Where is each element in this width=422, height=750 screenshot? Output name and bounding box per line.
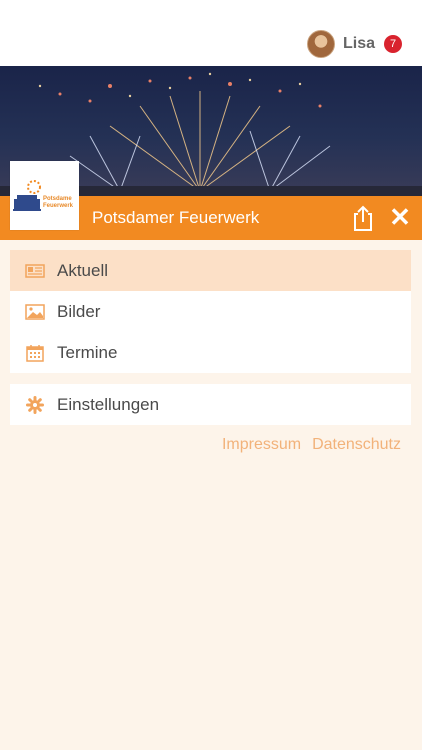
datenschutz-link[interactable]: Datenschutz bbox=[312, 436, 401, 454]
top-bar: Lisa 7 bbox=[0, 0, 422, 67]
menu-item-einstellungen[interactable]: Einstellungen bbox=[10, 384, 411, 425]
calendar-icon bbox=[23, 343, 47, 363]
menu-item-bilder[interactable]: Bilder bbox=[10, 291, 411, 332]
menu-item-termine[interactable]: Termine bbox=[10, 332, 411, 373]
footer-links: Impressum Datenschutz bbox=[222, 436, 401, 454]
share-icon bbox=[354, 205, 372, 231]
logo-text: Potsdame Feuerwerk bbox=[43, 196, 73, 210]
menu-item-label: Einstellungen bbox=[57, 394, 160, 414]
close-button[interactable]: ✕ bbox=[386, 202, 414, 232]
gear-icon bbox=[23, 395, 47, 415]
main-menu: Aktuell Bilder Termine bbox=[10, 250, 411, 373]
logo-line-2: Feuerwerk bbox=[43, 203, 74, 209]
impressum-link[interactable]: Impressum bbox=[222, 436, 301, 454]
logo: Potsdame Feuerwerk bbox=[10, 161, 79, 230]
username[interactable]: Lisa bbox=[343, 35, 375, 53]
share-button[interactable] bbox=[350, 204, 376, 232]
page-title: Potsdamer Feuerwerk bbox=[92, 208, 260, 227]
settings-menu: Einstellungen bbox=[10, 384, 411, 425]
menu-item-label: Termine bbox=[57, 342, 118, 362]
notification-badge[interactable]: 7 bbox=[384, 35, 402, 53]
menu-item-label: Bilder bbox=[57, 301, 101, 321]
close-icon: ✕ bbox=[389, 202, 411, 232]
user-profile[interactable]: Lisa 7 bbox=[306, 30, 402, 58]
avatar[interactable] bbox=[306, 30, 335, 58]
image-icon bbox=[23, 302, 47, 322]
logo-line-1: Potsdame bbox=[43, 196, 72, 202]
menu-item-label: Aktuell bbox=[57, 260, 109, 280]
newspaper-icon bbox=[23, 261, 47, 281]
menu-item-aktuell[interactable]: Aktuell bbox=[10, 250, 411, 291]
